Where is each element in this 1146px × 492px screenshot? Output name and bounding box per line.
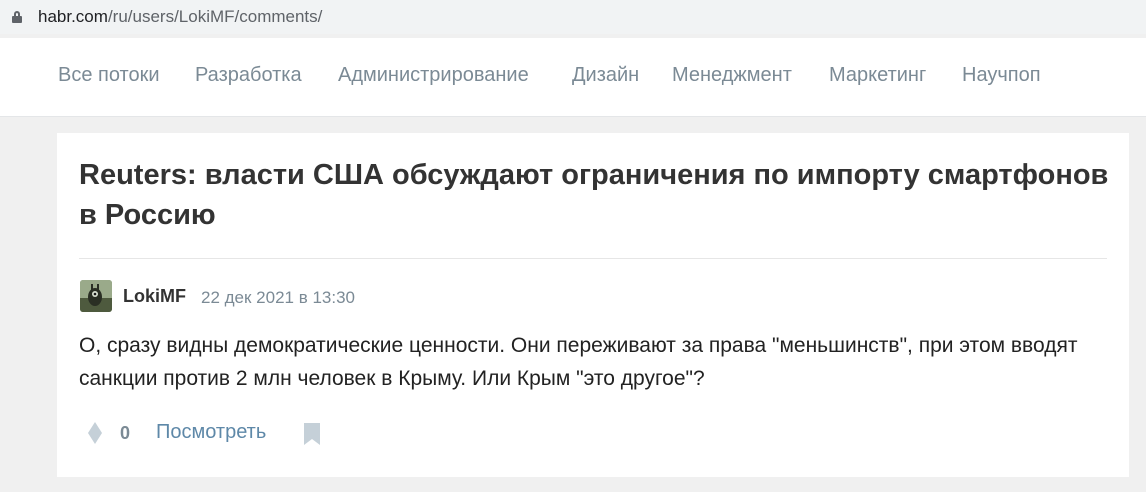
nav-item-administration[interactable]: Администрирование <box>338 64 529 87</box>
comment-card: Reuters: власти США обсуждают ограничени… <box>57 133 1129 477</box>
nav-item-all-flows[interactable]: Все потоки <box>58 64 160 87</box>
nav-item-management[interactable]: Менеджмент <box>672 64 792 87</box>
nav-item-marketing[interactable]: Маркетинг <box>829 64 926 87</box>
vote-count: 0 <box>120 423 131 443</box>
view-comment-link[interactable]: Посмотреть <box>156 421 266 444</box>
url-path: /ru/users/LokiMF/comments/ <box>107 7 323 26</box>
divider <box>79 258 1107 259</box>
avatar-image <box>80 280 112 312</box>
nav-item-popsci[interactable]: Научпоп <box>962 64 1041 87</box>
top-navigation: Все потоки Разработка Администрирование … <box>0 38 1146 117</box>
nav-item-development[interactable]: Разработка <box>195 64 302 87</box>
nav-item-design[interactable]: Дизайн <box>572 64 639 87</box>
url-host: habr.com <box>38 7 108 26</box>
bookmark-icon[interactable] <box>303 422 321 451</box>
avatar[interactable] <box>80 280 112 312</box>
address-bar[interactable]: habr.com/ru/users/LokiMF/comments/ <box>0 0 1146 34</box>
lock-icon[interactable] <box>12 11 22 23</box>
article-title[interactable]: Reuters: власти США обсуждают ограничени… <box>79 155 1119 235</box>
vote-diamond-icon[interactable] <box>87 421 103 447</box>
url-text[interactable]: habr.com/ru/users/LokiMF/comments/ <box>38 7 322 27</box>
comment-author[interactable]: LokiMF <box>123 286 186 307</box>
comment-date[interactable]: 22 дек 2021 в 13:30 <box>201 288 355 308</box>
comment-text: О, сразу видны демократические ценности.… <box>79 334 1078 390</box>
